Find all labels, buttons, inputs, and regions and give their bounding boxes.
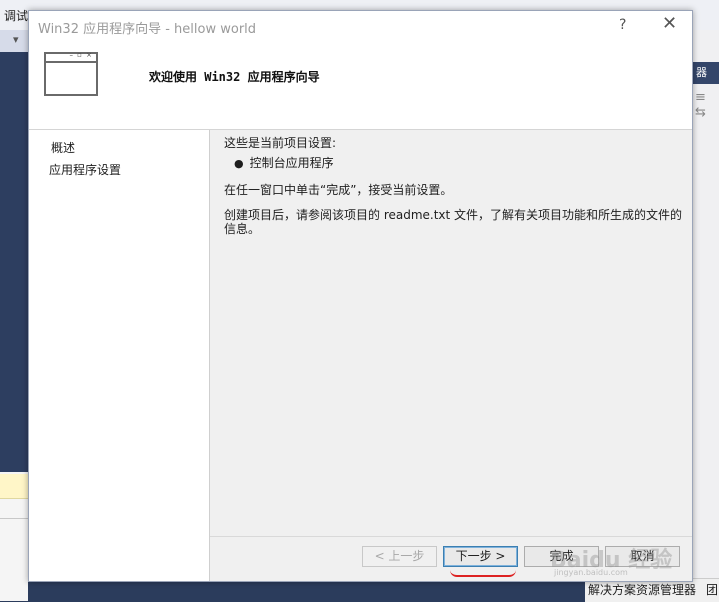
window-icon: – ▫ × [44, 51, 98, 96]
divider [210, 536, 692, 537]
prev-button[interactable]: < 上一步 [362, 546, 437, 567]
page-title: 欢迎使用 Win32 应用程序向导 [149, 70, 320, 84]
tab-solution-explorer[interactable]: 解决方案资源管理器 [588, 581, 696, 598]
wizard-content: 这些是当前项目设置: ● 控制台应用程序 在任一窗口中单击“完成”，接受当前设置。… [210, 130, 692, 581]
wizard-sidebar: 概述 应用程序设置 [29, 130, 210, 581]
sidebar-item-overview[interactable]: 概述 [51, 139, 75, 156]
divider [0, 518, 28, 519]
next-button[interactable]: 下一步 > [443, 546, 518, 567]
dialog-title: Win32 应用程序向导 - hellow world [38, 22, 257, 37]
panel-toolbar-icon[interactable]: ≡ ⇆ [695, 90, 719, 120]
settings-intro: 这些是当前项目设置: [224, 136, 337, 150]
cancel-button[interactable]: 取消 [605, 546, 680, 567]
finish-button[interactable]: 完成 [524, 546, 599, 567]
baidu-watermark-url: jingyan.baidu.com [554, 568, 628, 577]
ide-right-panel-header: 器 [693, 62, 719, 84]
ide-editor-area [0, 52, 28, 472]
sidebar-item-app-settings[interactable]: 应用程序设置 [49, 161, 121, 178]
help-icon[interactable]: ? [619, 17, 626, 33]
annotation-underline [450, 570, 516, 577]
settings-bullet: ● 控制台应用程序 [234, 154, 334, 171]
menu-debug[interactable]: 调试 [4, 7, 28, 24]
win32-wizard-dialog: Win32 应用程序向导 - hellow world ? ✕ – ▫ × 欢迎… [28, 10, 693, 582]
tab-team[interactable]: 团 [706, 581, 718, 598]
settings-bullet-text: 控制台应用程序 [249, 156, 334, 170]
ide-infobar [0, 474, 28, 499]
wizard-header: – ▫ × 欢迎使用 Win32 应用程序向导 [29, 41, 692, 130]
ide-toolbar: ▾ [0, 30, 28, 52]
chevron-down-icon[interactable]: ▾ [13, 33, 19, 46]
bullet-icon: ● [234, 157, 244, 170]
titlebar[interactable]: Win32 应用程序向导 - hellow world ? ✕ [29, 11, 692, 41]
close-icon[interactable]: ✕ [662, 14, 677, 34]
finish-hint: 在任一窗口中单击“完成”，接受当前设置。 [224, 183, 453, 197]
readme-hint: 创建项目后，请参阅该项目的 readme.txt 文件，了解有关项目功能和所生成… [224, 208, 683, 236]
